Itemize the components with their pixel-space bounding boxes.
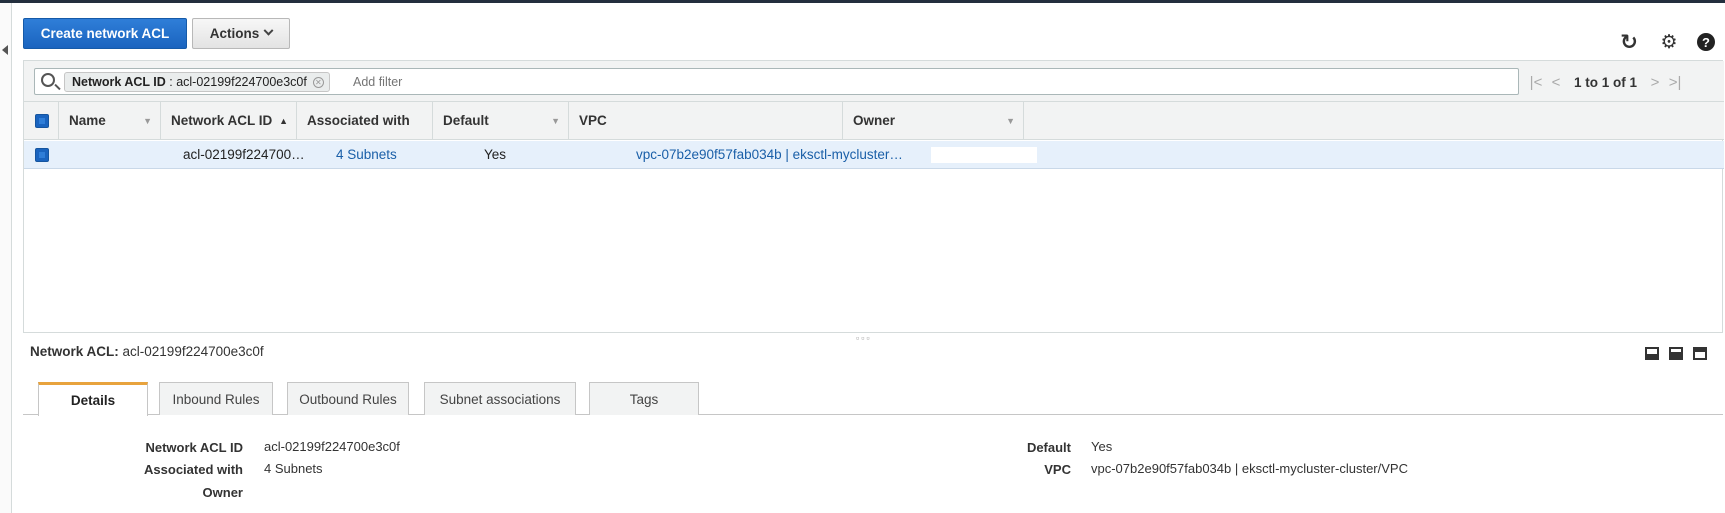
- select-all-checkbox[interactable]: [35, 114, 49, 128]
- column-header-label: Name: [69, 113, 106, 128]
- field-value-vpc-link[interactable]: vpc-07b2e90f57fab034b | eksctl-mycluster…: [1091, 461, 1408, 476]
- field-label-acl-id: Network ACL ID: [145, 440, 243, 455]
- tab-outbound-rules[interactable]: Outbound Rules: [287, 382, 409, 415]
- filter-token-value: : acl-02199f224700e3c0f: [169, 75, 307, 89]
- filter-token-key: Network ACL ID: [72, 75, 166, 89]
- gear-icon[interactable]: ⚙: [1659, 32, 1679, 53]
- search-icon: [41, 73, 55, 87]
- pagination: |< < 1 to 1 of 1 > >|: [1526, 72, 1685, 92]
- cell-acl-id: acl-02199f224700…: [183, 147, 305, 162]
- sort-icon: ▼: [551, 116, 560, 126]
- detail-title-value: acl-02199f224700e3c0f: [122, 344, 264, 359]
- add-filter-input[interactable]: [353, 75, 653, 89]
- column-header-vpc[interactable]: VPC: [569, 102, 843, 140]
- column-header-associated[interactable]: Associated with: [297, 102, 433, 140]
- column-header-label: Associated with: [307, 113, 410, 128]
- layout-split-icon[interactable]: [1669, 347, 1683, 360]
- top-border: [0, 0, 1725, 3]
- cell-name: [69, 141, 159, 169]
- cell-associated-link[interactable]: 4 Subnets: [336, 141, 456, 169]
- prev-page-icon[interactable]: <: [1546, 74, 1566, 91]
- select-all-cell: [24, 102, 59, 140]
- resize-grip-icon[interactable]: ▫▫▫: [856, 333, 872, 343]
- last-page-icon[interactable]: >|: [1665, 74, 1685, 91]
- cell-vpc-link[interactable]: vpc-07b2e90f57fab034b | eksctl-mycluster…: [636, 141, 936, 169]
- sort-ascending-icon: ▲: [279, 116, 288, 126]
- layout-bottom-icon[interactable]: [1645, 347, 1659, 360]
- help-icon[interactable]: ?: [1697, 33, 1715, 51]
- field-label-owner: Owner: [202, 485, 243, 500]
- collapse-arrow-icon[interactable]: [2, 45, 8, 55]
- layout-top-icon[interactable]: [1693, 347, 1707, 360]
- sort-icon: ▼: [1006, 116, 1015, 126]
- tab-inbound-rules[interactable]: Inbound Rules: [159, 382, 273, 415]
- actions-dropdown-button[interactable]: Actions: [192, 18, 290, 49]
- sort-icon: ▼: [143, 116, 152, 126]
- next-page-icon[interactable]: >: [1645, 74, 1665, 91]
- column-header-default[interactable]: Default ▼: [433, 102, 569, 140]
- actions-label: Actions: [209, 26, 260, 41]
- table-header: Name ▼ Network ACL ID ▲ Associated with …: [24, 102, 1724, 140]
- column-header-name[interactable]: Name ▼: [59, 102, 161, 140]
- row-checkbox[interactable]: [35, 148, 49, 162]
- detail-tabs: Details Inbound Rules Outbound Rules Sub…: [23, 382, 1723, 416]
- field-value-default: Yes: [1091, 439, 1113, 454]
- create-network-acl-button[interactable]: Create network ACL: [23, 18, 187, 49]
- page-range-text: 1 to 1 of 1: [1574, 74, 1638, 90]
- remove-filter-icon[interactable]: ✕: [312, 77, 324, 88]
- left-nav-rail: [0, 3, 12, 513]
- field-label-vpc: VPC: [1044, 462, 1071, 477]
- column-header-label: Owner: [853, 113, 896, 128]
- refresh-icon[interactable]: ↻: [1618, 31, 1640, 54]
- cell-default: Yes: [484, 147, 507, 162]
- tab-details[interactable]: Details: [38, 382, 148, 416]
- field-value-associated-link[interactable]: 4 Subnets: [264, 461, 323, 476]
- chevron-down-icon: [263, 25, 274, 36]
- tab-tags[interactable]: Tags: [589, 382, 699, 415]
- column-header-label: VPC: [579, 113, 607, 128]
- column-header-label: Default: [443, 113, 489, 128]
- filter-bar: Network ACL ID : acl-02199f224700e3c0f ✕…: [24, 61, 1724, 102]
- column-header-label: Network ACL ID: [171, 113, 273, 128]
- table-row[interactable]: acl-02199f224700… 4 Subnets Yes vpc-07b2…: [24, 141, 1724, 169]
- field-label-default: Default: [1026, 440, 1071, 455]
- column-header-acl-id[interactable]: Network ACL ID ▲: [161, 102, 297, 140]
- filter-token[interactable]: Network ACL ID : acl-02199f224700e3c0f ✕: [64, 72, 330, 92]
- search-filter-box[interactable]: Network ACL ID : acl-02199f224700e3c0f ✕: [34, 68, 1519, 95]
- column-header-owner[interactable]: Owner ▼: [843, 102, 1024, 140]
- tab-subnet-associations[interactable]: Subnet associations: [424, 382, 576, 415]
- first-page-icon[interactable]: |<: [1526, 74, 1546, 91]
- panel-resize-divider[interactable]: [23, 332, 1723, 333]
- network-acl-table-panel: Network ACL ID : acl-02199f224700e3c0f ✕…: [23, 60, 1724, 332]
- detail-title-label: Network ACL:: [30, 344, 119, 359]
- field-label-associated: Associated with: [144, 462, 243, 477]
- cell-owner-redacted: [931, 147, 1037, 163]
- detail-title: Network ACL: acl-02199f224700e3c0f: [30, 344, 264, 359]
- field-value-acl-id: acl-02199f224700e3c0f: [264, 439, 400, 454]
